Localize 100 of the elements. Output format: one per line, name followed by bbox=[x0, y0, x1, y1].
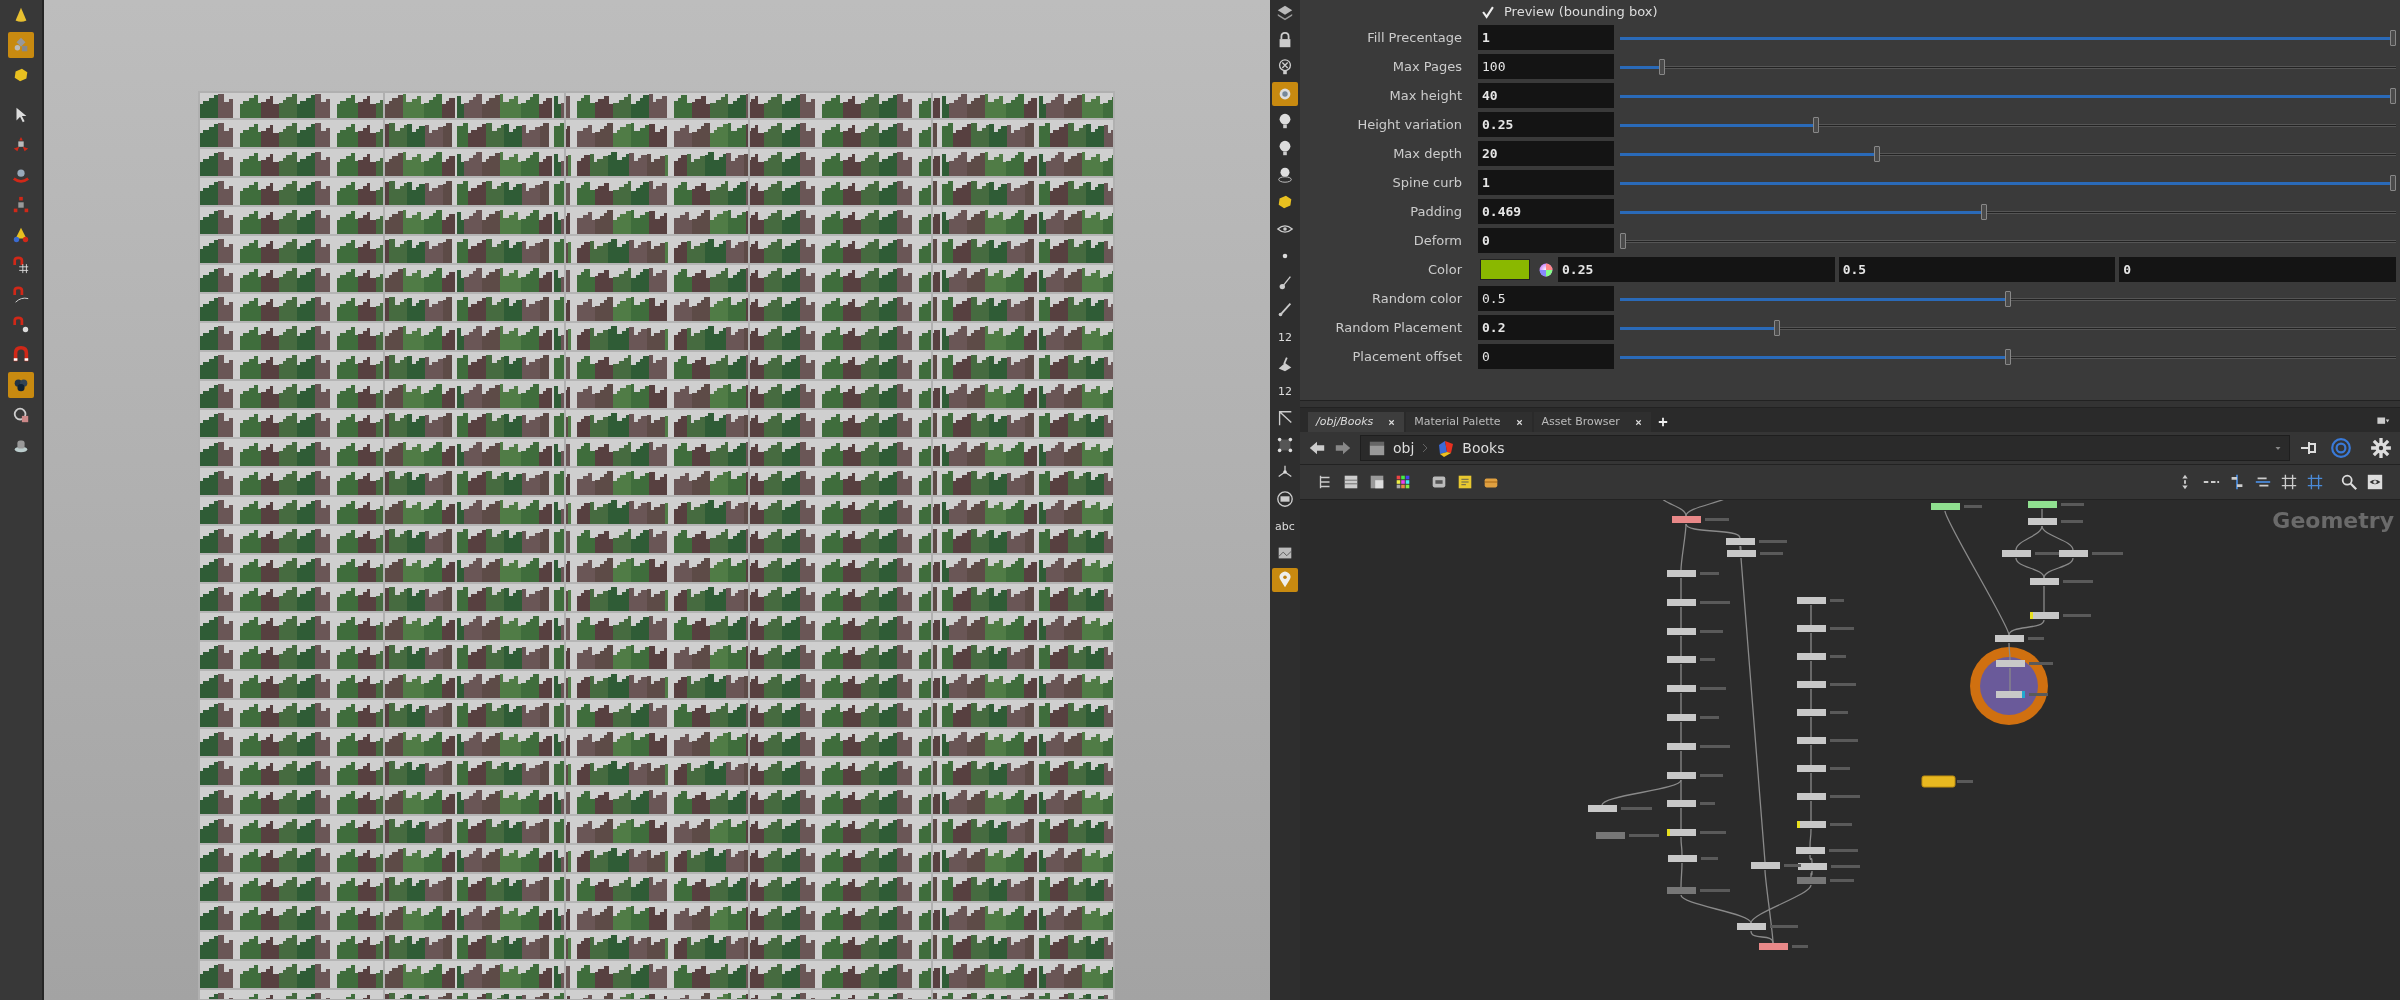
slider-handle[interactable] bbox=[2390, 174, 2396, 191]
checkbox[interactable] bbox=[1480, 4, 1496, 20]
render-icon bbox=[12, 406, 30, 424]
value-field[interactable]: 1 bbox=[1478, 170, 1614, 195]
parameter-label: Deform bbox=[1412, 231, 1463, 250]
value-field[interactable]: 0.5 bbox=[1478, 286, 1614, 311]
map-pin-icon bbox=[1276, 571, 1294, 589]
parameter-label: Padding bbox=[1409, 202, 1463, 221]
tab[interactable]: Material Palette bbox=[1406, 412, 1532, 432]
slider-handle[interactable] bbox=[2005, 348, 2011, 365]
parameter-label: Placement offset bbox=[1351, 347, 1463, 366]
value-field[interactable]: 0.5 bbox=[1838, 257, 2116, 282]
slider-handle[interactable] bbox=[2005, 290, 2011, 307]
plus-icon[interactable] bbox=[1656, 416, 1669, 428]
slider[interactable] bbox=[1620, 290, 2396, 307]
slider-handle[interactable] bbox=[2390, 29, 2396, 46]
bulb-ring-icon bbox=[1276, 166, 1294, 184]
color-swatch[interactable] bbox=[1480, 259, 1530, 280]
angle-icon bbox=[1276, 409, 1294, 427]
scale-icon bbox=[12, 196, 30, 214]
slider-handle[interactable] bbox=[1620, 232, 1626, 249]
value-field[interactable]: 0.25 bbox=[1478, 112, 1614, 137]
bounding-box-icon bbox=[1276, 436, 1294, 454]
parameter-label: Max Pages bbox=[1391, 57, 1463, 76]
target-icon[interactable] bbox=[2330, 437, 2352, 459]
close-icon[interactable] bbox=[1633, 417, 1643, 427]
checkmark-icon bbox=[1481, 5, 1495, 19]
pin-icon bbox=[1276, 301, 1294, 319]
slider-handle[interactable] bbox=[1981, 203, 1988, 220]
slider[interactable] bbox=[1620, 58, 2396, 75]
eye-icon[interactable] bbox=[2366, 473, 2384, 491]
grid-icon[interactable] bbox=[2306, 473, 2324, 491]
value-field[interactable]: 0 bbox=[1478, 344, 1614, 369]
tool-button[interactable]: abc bbox=[1272, 514, 1298, 538]
magnet-curve-icon bbox=[12, 286, 30, 304]
slider[interactable] bbox=[1620, 319, 2396, 336]
list-icon[interactable] bbox=[1342, 473, 1360, 491]
color-wheel-icon[interactable] bbox=[1538, 261, 1554, 278]
slider[interactable] bbox=[1620, 174, 2396, 191]
cube-icon bbox=[1276, 193, 1294, 211]
tab[interactable]: Asset Browser bbox=[1533, 412, 1651, 432]
handle-icon bbox=[12, 226, 30, 244]
value-field[interactable]: 1 bbox=[1478, 25, 1614, 50]
network-type-label: Geometry bbox=[2272, 507, 2394, 535]
path-field[interactable]: obj Books bbox=[1360, 435, 2290, 461]
parameter-label: Height variation bbox=[1356, 115, 1463, 134]
grid-icon[interactable] bbox=[2280, 473, 2298, 491]
parameter-label: Random Placement bbox=[1334, 318, 1463, 337]
value-field[interactable]: 0.469 bbox=[1478, 199, 1614, 224]
forward-arrow-icon[interactable] bbox=[1334, 439, 1352, 457]
magnet-point-icon bbox=[12, 316, 30, 334]
path-segment[interactable]: Books bbox=[1462, 437, 1505, 459]
bulb-x-icon bbox=[1276, 58, 1294, 76]
path-segment[interactable]: obj bbox=[1393, 437, 1415, 459]
slider-handle[interactable] bbox=[2390, 87, 2396, 104]
settings-icon[interactable] bbox=[2370, 437, 2392, 459]
slider[interactable] bbox=[1620, 29, 2396, 46]
cube-icon bbox=[12, 66, 30, 84]
tool-button[interactable]: 12 bbox=[1272, 379, 1298, 403]
clapboard-icon bbox=[1367, 439, 1387, 457]
paint-icon bbox=[1276, 355, 1294, 373]
value-field[interactable]: 0.25 bbox=[1558, 257, 1835, 282]
slider[interactable] bbox=[1620, 348, 2396, 365]
value-field[interactable]: 0 bbox=[2119, 257, 2396, 282]
layers-icon bbox=[1276, 4, 1294, 22]
value-field[interactable]: 100 bbox=[1478, 54, 1614, 79]
value-field[interactable]: 40 bbox=[1478, 83, 1614, 108]
magnet-icon bbox=[12, 346, 30, 364]
shapes-icon bbox=[12, 36, 30, 54]
checkbox-label: Preview (bounding box) bbox=[1504, 3, 1658, 22]
slider-handle[interactable] bbox=[1658, 58, 1665, 75]
color-grid-icon[interactable] bbox=[1394, 473, 1412, 491]
slider-handle[interactable] bbox=[1812, 116, 1819, 133]
tool-button[interactable]: 12 bbox=[1272, 325, 1298, 349]
search-icon[interactable] bbox=[2340, 473, 2358, 491]
slider[interactable] bbox=[1620, 116, 2396, 133]
parameter-label: Fill Precentage bbox=[1366, 28, 1463, 47]
parameter-label: Random color bbox=[1371, 289, 1463, 308]
slider-handle[interactable] bbox=[1874, 145, 1881, 162]
table-icon[interactable] bbox=[1368, 473, 1386, 491]
parameter-label: Spine curb bbox=[1391, 173, 1463, 192]
tab[interactable]: /obj/Books bbox=[1308, 412, 1405, 432]
move-icon bbox=[12, 136, 30, 154]
value-field[interactable]: 0 bbox=[1478, 228, 1614, 253]
value-field[interactable]: 0.2 bbox=[1478, 315, 1614, 340]
slider[interactable] bbox=[1620, 145, 2396, 162]
disc-icon bbox=[1276, 490, 1294, 508]
close-icon[interactable] bbox=[1387, 417, 1397, 427]
slider-handle[interactable] bbox=[1774, 319, 1780, 336]
tool-button[interactable] bbox=[8, 372, 34, 398]
slider[interactable] bbox=[1620, 232, 2396, 249]
slider[interactable] bbox=[1620, 203, 2396, 220]
slider[interactable] bbox=[1620, 87, 2396, 104]
value-field[interactable]: 20 bbox=[1478, 141, 1614, 166]
close-icon[interactable] bbox=[1514, 417, 1524, 427]
magnet-grid-icon bbox=[12, 256, 30, 274]
sticky-note-icon[interactable] bbox=[1456, 473, 1474, 491]
back-arrow-icon[interactable] bbox=[1308, 439, 1326, 457]
parameter-label: Color bbox=[1427, 260, 1463, 279]
parameter-label: Max height bbox=[1388, 86, 1463, 105]
